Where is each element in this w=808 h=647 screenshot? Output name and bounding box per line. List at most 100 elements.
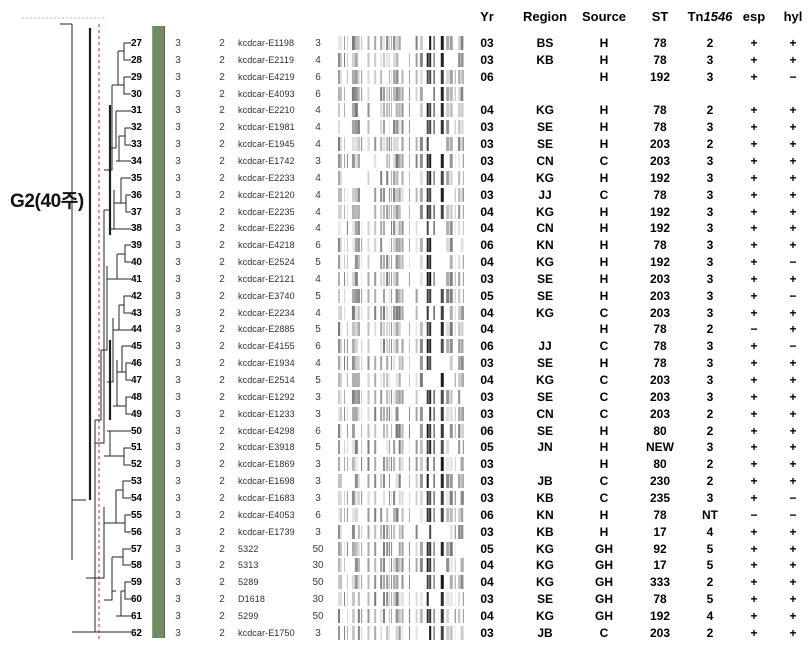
cell-hyl: + [789, 558, 797, 573]
table-row: 37 3 2 kcdcar-E2235 4 04 KG H 192 3 + + [0, 204, 808, 220]
cell-col-b: 2 [219, 54, 225, 66]
row-number: 50 [131, 425, 142, 437]
cell-source: H [599, 36, 609, 50]
cell-st: 78 [653, 36, 667, 50]
cell-source: H [599, 120, 609, 135]
cell-band-count: 5 [315, 257, 321, 269]
row-number: 56 [131, 526, 142, 538]
strain-name: kcdcar-E2233 [238, 172, 295, 183]
cell-col-a: 3 [175, 273, 181, 285]
cell-band-count: 5 [315, 290, 321, 302]
cell-col-a: 3 [175, 38, 181, 49]
cell-col-a: 3 [175, 54, 181, 66]
table-row: 41 3 2 kcdcar-E2121 4 03 SE H 203 3 + + [0, 271, 808, 287]
pfge-gel-lane [336, 591, 466, 607]
table-row: 50 3 2 kcdcar-E4298 6 06 SE H 80 2 + + [0, 423, 808, 439]
cell-region: KG [536, 255, 554, 270]
cell-band-count: 3 [315, 459, 321, 471]
row-number: 46 [131, 358, 142, 370]
cell-region: JJ [538, 187, 552, 202]
cell-col-a: 3 [175, 391, 181, 403]
cell-source: GH [595, 541, 613, 556]
cell-tn1546: 3 [706, 271, 714, 286]
pfge-gel-lane [336, 608, 466, 624]
cell-yr: 03 [480, 406, 494, 421]
cell-yr: 03 [480, 271, 494, 286]
cell-yr: 05 [480, 440, 494, 455]
strain-name: kcdcar-E4155 [238, 341, 295, 352]
pfge-gel-lane [336, 220, 466, 236]
cell-col-a: 3 [175, 627, 181, 639]
cell-region: SE [536, 592, 554, 607]
cell-yr: 04 [480, 170, 494, 185]
cell-yr: 03 [480, 524, 494, 539]
strain-table: Yr Region Source ST Tn1546 esp hyl 27 3 2 k… [0, 0, 808, 647]
cell-tn1546: 4 [706, 524, 714, 539]
cell-yr: 03 [480, 490, 494, 505]
cell-region: SE [536, 288, 554, 303]
row-number: 33 [131, 139, 142, 151]
pfge-gel-lane [336, 271, 466, 287]
cell-col-b: 2 [219, 459, 225, 471]
cell-col-b: 2 [219, 492, 225, 504]
cell-col-b: 2 [219, 627, 225, 639]
cell-tn1546: 5 [706, 592, 714, 607]
strain-name: kcdcar-E3918 [238, 442, 295, 453]
table-row: 56 3 2 kcdcar-E1739 3 03 KB H 17 4 + + [0, 524, 808, 540]
cell-source: H [599, 137, 609, 152]
cell-hyl: + [789, 389, 797, 404]
pfge-gel-lane [336, 35, 466, 51]
cell-hyl: + [789, 120, 797, 135]
cell-esp: + [750, 69, 758, 84]
cell-region: CN [536, 406, 554, 421]
row-number: 34 [131, 155, 142, 167]
cell-col-a: 3 [175, 189, 181, 201]
strain-name: kcdcar-E4218 [238, 240, 295, 251]
pfge-gel-lane [336, 507, 466, 523]
cell-col-a: 3 [175, 526, 181, 538]
cell-region: KG [536, 103, 554, 118]
cell-band-count: 3 [315, 38, 321, 49]
cell-col-a: 3 [175, 442, 181, 454]
cell-source: GH [595, 592, 613, 607]
cell-col-a: 3 [175, 425, 181, 437]
strain-name: D1618 [238, 594, 266, 605]
row-number: 41 [131, 273, 142, 285]
cell-col-a: 3 [175, 324, 181, 336]
cell-yr: 05 [480, 541, 494, 556]
cell-col-b: 2 [219, 577, 225, 589]
cell-st: 203 [649, 153, 671, 168]
cell-source: C [599, 305, 609, 320]
cell-col-a: 3 [175, 560, 181, 572]
cell-yr: 03 [480, 137, 494, 152]
cell-col-a: 3 [175, 509, 181, 521]
cell-col-a: 3 [175, 223, 181, 235]
cell-st: 230 [649, 474, 671, 489]
row-number: 42 [131, 290, 142, 302]
cell-hyl: + [789, 52, 797, 67]
cell-col-b: 2 [219, 257, 225, 269]
pfge-gel-lane [336, 524, 466, 540]
pfge-gel-lane [336, 557, 466, 573]
cell-col-a: 3 [175, 610, 181, 622]
cell-esp: + [750, 625, 758, 640]
cell-esp: + [750, 255, 758, 270]
cell-region: SE [536, 120, 554, 135]
cell-tn1546: 2 [706, 625, 714, 640]
cell-col-b: 2 [219, 189, 225, 201]
cell-esp: + [750, 36, 758, 50]
cell-source: H [599, 356, 609, 371]
cell-yr: 03 [480, 592, 494, 607]
cell-tn1546: NT [702, 507, 718, 522]
row-number: 30 [131, 88, 142, 100]
cell-tn1546: 2 [706, 457, 714, 472]
cell-band-count: 4 [315, 358, 321, 370]
cell-tn1546: 2 [706, 575, 714, 590]
cell-esp: + [750, 474, 758, 489]
cell-col-b: 2 [219, 88, 225, 100]
strain-name: kcdcar-E4219 [238, 71, 295, 82]
cell-hyl: + [789, 36, 797, 50]
cell-yr: 06 [480, 507, 494, 522]
cell-col-a: 3 [175, 155, 181, 167]
cell-col-b: 2 [219, 476, 225, 488]
